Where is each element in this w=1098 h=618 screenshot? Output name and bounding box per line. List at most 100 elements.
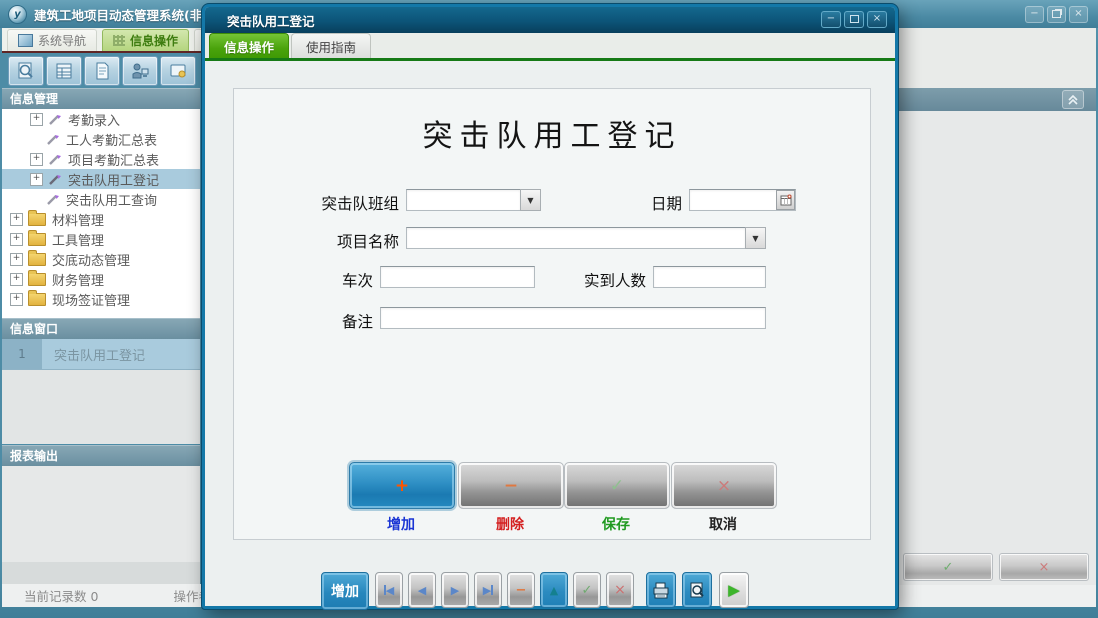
combo-arrow-icon[interactable]: ▼	[745, 227, 766, 249]
delete-record-button[interactable]: −	[507, 572, 535, 608]
section-header-report-output[interactable]: 报表输出	[2, 445, 200, 466]
edit-record-button[interactable]: ▲	[540, 572, 568, 608]
tree-item-site-visa-management[interactable]: + 现场签证管理	[2, 289, 200, 309]
tree-item-assault-team-registration[interactable]: + 突击队用工登记	[2, 169, 200, 189]
folder-icon	[28, 293, 46, 306]
toolbar-document-button[interactable]	[84, 56, 120, 86]
record-count: 当前记录数 0	[24, 586, 98, 605]
tree-item-attendance-entry[interactable]: + 考勤录入	[2, 109, 200, 129]
add-button-label: 增加	[349, 514, 453, 534]
dialog-assault-team-registration: 突击队用工登记 − × 信息操作 使用指南 突击队用工登记 突击队班组 ▼ 日期	[202, 4, 898, 609]
dialog-minimize-button[interactable]: −	[821, 11, 841, 28]
post-record-button[interactable]: ✓	[573, 572, 601, 608]
tree-item-worker-attendance-summary[interactable]: 工人考勤汇总表	[2, 129, 200, 149]
plus-icon: +	[395, 476, 409, 496]
add-button[interactable]: +	[349, 462, 455, 509]
maximize-icon	[850, 15, 859, 23]
expand-icon[interactable]: +	[10, 253, 23, 266]
grid-icon	[113, 35, 125, 46]
print-button[interactable]	[646, 572, 676, 608]
remark-field[interactable]	[380, 307, 766, 329]
main-restore-button[interactable]	[1047, 6, 1066, 23]
expand-icon[interactable]: +	[30, 173, 43, 186]
nav-next-button[interactable]: ▶	[441, 572, 469, 608]
form-panel: 突击队用工登记 突击队班组 ▼ 日期 项目名称 ▼ 车次	[233, 88, 871, 540]
tree-item-disclosure-management[interactable]: + 交底动态管理	[2, 249, 200, 269]
edit-icon	[46, 133, 61, 146]
check-icon: ✓	[582, 583, 593, 598]
actual-headcount-field[interactable]	[653, 266, 766, 288]
expand-icon[interactable]: +	[30, 113, 43, 126]
expand-icon[interactable]: +	[30, 153, 43, 166]
calendar-icon	[780, 194, 792, 206]
delete-button-label: 删除	[458, 514, 562, 534]
project-name-combobox[interactable]	[406, 227, 746, 249]
delete-button[interactable]: −	[458, 462, 564, 509]
info-window-row[interactable]: 1 突击队用工登记	[2, 339, 200, 370]
tab-underline	[205, 58, 895, 61]
tree-item-assault-team-query[interactable]: 突击队用工查询	[2, 189, 200, 209]
printer-icon	[652, 582, 670, 599]
right-panel-top	[898, 28, 1096, 88]
double-chevron-up-icon	[1068, 95, 1078, 105]
zoom-document-icon	[16, 62, 36, 80]
dialog-close-button[interactable]: ×	[867, 11, 887, 28]
tree-item-finance-management[interactable]: + 财务管理	[2, 269, 200, 289]
run-button[interactable]: ▶	[719, 572, 749, 608]
assault-team-combobox[interactable]	[406, 189, 521, 211]
dialog-tab-info-operation[interactable]: 信息操作	[209, 33, 289, 58]
save-button[interactable]: ✓	[564, 462, 670, 509]
folder-icon	[28, 233, 46, 246]
section-header-info-management[interactable]: 信息管理	[2, 88, 200, 109]
tree-item-material-management[interactable]: + 材料管理	[2, 209, 200, 229]
expand-icon[interactable]: +	[10, 233, 23, 246]
dialog-tab-user-guide[interactable]: 使用指南	[291, 33, 371, 58]
cancel-button[interactable]: ×	[671, 462, 777, 509]
document-icon	[92, 62, 112, 80]
main-close-button[interactable]: ×	[1069, 6, 1088, 23]
calendar-button[interactable]	[776, 190, 795, 210]
tab-info-operation[interactable]: 信息操作	[102, 29, 189, 51]
application-window: y 建筑工地项目动态管理系统(非注册版) − × 系统导航 信息操作	[0, 0, 1098, 618]
collapse-chevron-button[interactable]	[1062, 90, 1084, 109]
info-window-list: 1 突击队用工登记	[2, 339, 200, 444]
toolbar-search-button[interactable]	[8, 56, 44, 86]
toolbar-window-button[interactable]	[160, 56, 196, 86]
folder-icon	[28, 213, 46, 226]
expand-icon[interactable]: +	[10, 213, 23, 226]
nav-prev-button[interactable]: ◀	[408, 572, 436, 608]
play-icon: ▶	[728, 581, 740, 599]
save-button-label: 保存	[564, 514, 668, 534]
main-minimize-button[interactable]: −	[1025, 6, 1044, 23]
combo-arrow-icon[interactable]: ▼	[520, 189, 541, 211]
section-header-info-window[interactable]: 信息窗口	[2, 318, 200, 339]
tree-item-project-attendance-summary[interactable]: + 项目考勤汇总表	[2, 149, 200, 169]
user-computer-icon	[130, 62, 150, 80]
nav-first-button[interactable]: ◀	[375, 572, 403, 608]
tab-system-navigation[interactable]: 系统导航	[7, 29, 97, 51]
toolbar-report-button[interactable]	[46, 56, 82, 86]
right-cancel-button[interactable]: ×	[999, 553, 1089, 581]
cancel-record-button[interactable]: ×	[606, 572, 634, 608]
label-remark: 备注	[294, 310, 373, 332]
expand-icon[interactable]: +	[10, 293, 23, 306]
right-confirm-button[interactable]: ✓	[903, 553, 993, 581]
cross-icon: ×	[614, 582, 626, 598]
edit-icon	[48, 113, 63, 126]
minus-icon: −	[516, 583, 527, 598]
check-icon: ✓	[610, 476, 624, 496]
toolbar-add-button[interactable]: 增加	[321, 572, 369, 610]
dialog-titlebar[interactable]: 突击队用工登记	[205, 7, 895, 33]
first-record-icon: ◀	[386, 584, 394, 597]
label-date: 日期	[634, 192, 682, 214]
cross-icon: ×	[717, 476, 731, 496]
bus-number-field[interactable]	[380, 266, 535, 288]
tree-item-tool-management[interactable]: + 工具管理	[2, 229, 200, 249]
nav-last-button[interactable]: ▶	[474, 572, 502, 608]
toolbar-users-button[interactable]	[122, 56, 158, 86]
preview-button[interactable]	[682, 572, 712, 608]
expand-icon[interactable]: +	[10, 273, 23, 286]
label-project-name: 项目名称	[294, 230, 399, 252]
dialog-maximize-button[interactable]	[844, 11, 864, 28]
restore-icon	[1052, 10, 1061, 18]
